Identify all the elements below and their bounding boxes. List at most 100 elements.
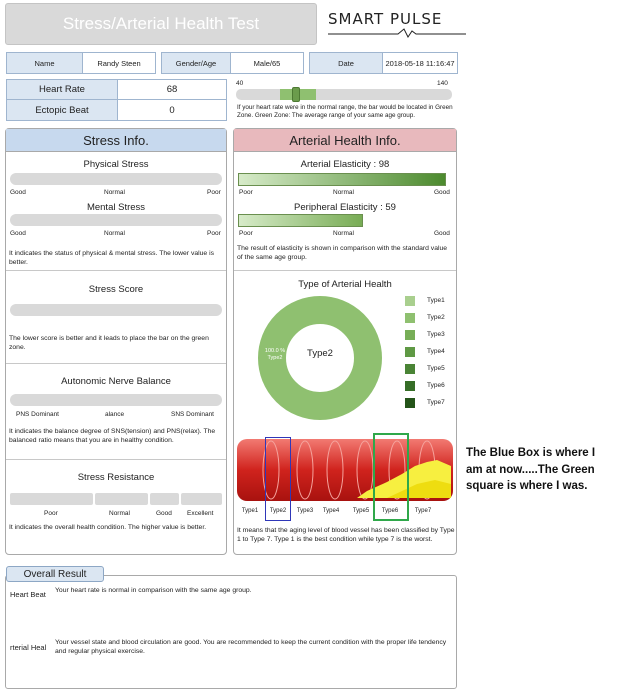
type-label-7: Type7 bbox=[414, 508, 432, 514]
res-normal-label: Normal bbox=[109, 510, 130, 517]
type-description: It means that the aging level of blood v… bbox=[237, 527, 455, 543]
gender-age-label: Gender/Age bbox=[161, 52, 231, 74]
overall-row2-text: Your vessel state and blood circulation … bbox=[55, 639, 447, 655]
ectopic-beat-label: Ectopic Beat bbox=[6, 99, 118, 121]
ans-sns-label: SNS Dominant bbox=[171, 411, 214, 418]
stress-score-description: The lower score is better and it leads t… bbox=[9, 335, 209, 351]
user-annotation: The Blue Box is where I am at now.....Th… bbox=[466, 445, 626, 495]
divider bbox=[6, 270, 226, 271]
res-good-label: Good bbox=[156, 510, 172, 517]
stress-resistance-description: It indicates the overall health conditio… bbox=[9, 524, 207, 531]
legend-label: Type3 bbox=[427, 331, 445, 338]
legend-item: Type4 bbox=[405, 347, 445, 357]
legend-label: Type1 bbox=[427, 297, 445, 304]
type-label-5: Type5 bbox=[352, 508, 370, 514]
res-poor-label: Poor bbox=[44, 510, 58, 517]
type-label-3: Type3 bbox=[296, 508, 314, 514]
type-label-4: Type4 bbox=[322, 508, 340, 514]
legend-item: Type5 bbox=[405, 364, 445, 374]
arterial-elasticity-title: Arterial Elasticity : 98 bbox=[300, 159, 390, 170]
annotation-line: The Blue Box is where I bbox=[466, 447, 596, 459]
pulse-line-icon bbox=[328, 28, 466, 38]
stress-resistance-title: Stress Resistance bbox=[77, 472, 155, 483]
legend-swatch bbox=[405, 347, 415, 357]
date-value: 2018-05-18 11:16:47 bbox=[382, 52, 458, 74]
elasticity-normal: Normal bbox=[333, 189, 354, 196]
range-max: 140 bbox=[437, 80, 448, 87]
type-of-arterial-health-title: Type of Arterial Health bbox=[298, 279, 392, 290]
peripheral-elasticity-bar bbox=[238, 214, 364, 227]
physical-poor: Poor bbox=[207, 189, 221, 196]
overall-result-tab[interactable]: Overall Result bbox=[6, 566, 104, 582]
mental-normal: Normal bbox=[104, 230, 125, 237]
stress-score-bar bbox=[10, 304, 222, 316]
arterial-elasticity-bar bbox=[238, 173, 446, 186]
mental-good: Good bbox=[10, 230, 26, 237]
name-value: Randy Steen bbox=[82, 52, 156, 74]
divider bbox=[6, 363, 226, 364]
heart-rate-label: Heart Rate bbox=[6, 79, 118, 100]
ans-description: It indicates the balance degree of SNS(t… bbox=[9, 428, 216, 444]
annotation-line: am at now.....The Green bbox=[466, 463, 595, 476]
logo-text: SMART PULSE bbox=[328, 10, 443, 28]
overall-row1-label: Heart Beat bbox=[10, 590, 46, 599]
heart-rate-description: If your heart rate were in the normal ra… bbox=[237, 104, 453, 120]
elasticity-poor: Poor bbox=[239, 189, 253, 196]
date-label: Date bbox=[309, 52, 383, 74]
range-min: 40 bbox=[236, 80, 244, 87]
peripheral-poor: Poor bbox=[239, 230, 253, 237]
ans-balance-label: alance bbox=[105, 411, 125, 418]
elasticity-description: The result of elasticity is shown in com… bbox=[237, 245, 448, 261]
legend-swatch bbox=[405, 296, 415, 306]
divider bbox=[6, 459, 226, 460]
physical-stress-title: Physical Stress bbox=[83, 159, 149, 170]
resistance-seg-normal bbox=[95, 493, 148, 505]
donut-center-label: Type2 bbox=[307, 348, 333, 359]
type-label-6: Type6 bbox=[381, 508, 399, 514]
legend-item: Type6 bbox=[405, 381, 445, 391]
physical-normal: Normal bbox=[104, 189, 125, 196]
legend-swatch bbox=[405, 330, 415, 340]
mental-stress-bar bbox=[10, 214, 222, 226]
gender-age-value: Male/65 bbox=[230, 52, 304, 74]
type-label-1: Type1 bbox=[241, 508, 259, 514]
peripheral-good: Good bbox=[434, 230, 450, 237]
legend-swatch bbox=[405, 313, 415, 323]
annotation-line: square is where I was. bbox=[466, 480, 588, 493]
divider bbox=[234, 270, 456, 271]
legend-item: Type2 bbox=[405, 313, 445, 323]
ans-bar bbox=[10, 394, 222, 406]
arterial-elasticity-bar-track bbox=[238, 173, 450, 186]
ans-pns-label: PNS Dominant bbox=[16, 411, 59, 418]
mental-stress-title: Mental Stress bbox=[86, 202, 146, 213]
physical-good: Good bbox=[10, 189, 26, 196]
legend-label: Type2 bbox=[427, 314, 445, 321]
elasticity-good: Good bbox=[434, 189, 450, 196]
ectopic-beat-value: 0 bbox=[117, 99, 227, 121]
page-title: Stress/Arterial Health Test bbox=[5, 3, 317, 45]
legend-swatch bbox=[405, 398, 415, 408]
name-label: Name bbox=[6, 52, 83, 74]
resistance-seg-poor bbox=[10, 493, 93, 505]
peripheral-normal: Normal bbox=[333, 230, 354, 237]
legend-swatch bbox=[405, 364, 415, 374]
legend-item: Type7 bbox=[405, 398, 445, 408]
arterial-header: Arterial Health Info. bbox=[234, 129, 456, 152]
donut-slice-type: Type2 bbox=[267, 354, 283, 361]
peripheral-elasticity-bar-track bbox=[238, 214, 450, 227]
smart-pulse-logo: SMART PULSE bbox=[328, 8, 466, 38]
legend-label: Type5 bbox=[427, 365, 445, 372]
legend-label: Type6 bbox=[427, 382, 445, 389]
mental-poor: Poor bbox=[207, 230, 221, 237]
donut-slice-percent: 100.0 % bbox=[264, 348, 286, 354]
resistance-seg-good bbox=[150, 493, 179, 505]
donut-slice-label: 100.0 % Type2 bbox=[262, 348, 288, 361]
stress-status-description: It indicates the status of physical & me… bbox=[9, 250, 215, 266]
legend-swatch bbox=[405, 381, 415, 391]
resistance-seg-excellent bbox=[181, 493, 222, 505]
legend-label: Type7 bbox=[427, 399, 445, 406]
overall-row1-text: Your heart rate is normal in comparison … bbox=[55, 587, 252, 594]
autonomic-nerve-balance-title: Autonomic Nerve Balance bbox=[61, 376, 171, 387]
physical-stress-bar bbox=[10, 173, 222, 185]
heart-rate-range-bar bbox=[236, 87, 452, 102]
